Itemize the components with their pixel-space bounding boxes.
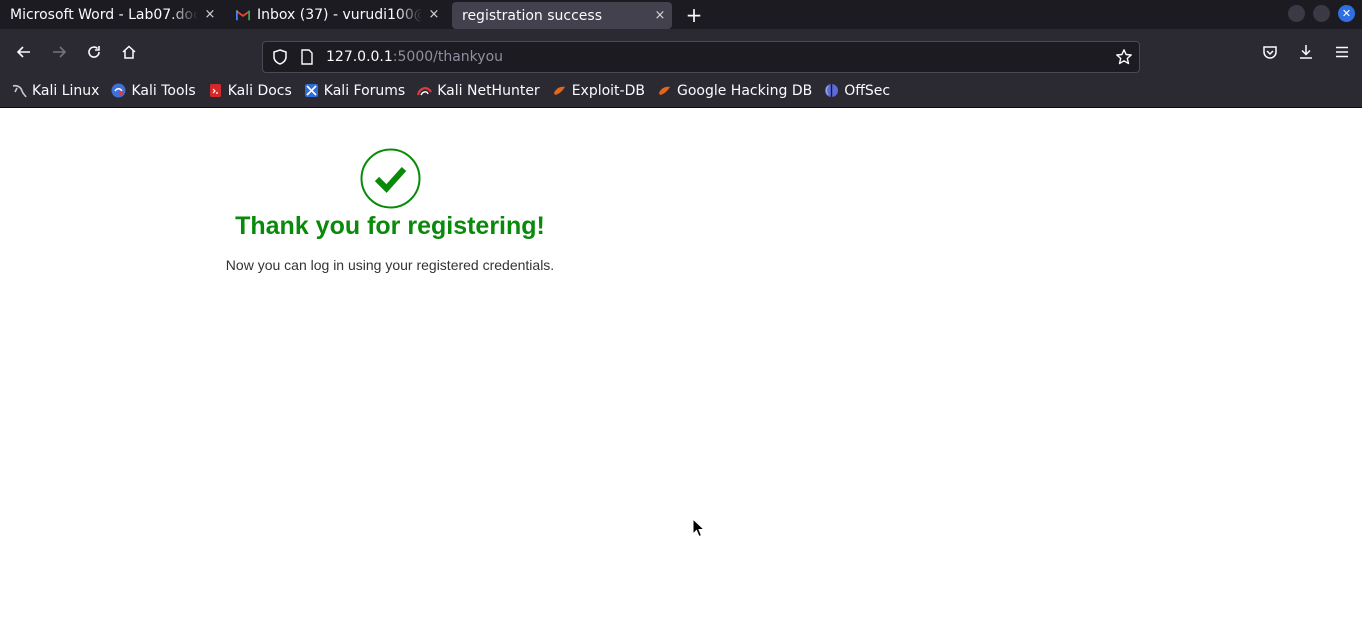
url-text[interactable]: 127.0.0.1:5000/thankyou xyxy=(326,49,503,65)
page-icon[interactable] xyxy=(300,49,314,65)
gmail-icon xyxy=(236,10,250,20)
bookmark-kali-tools[interactable]: Kali Tools xyxy=(111,82,196,99)
back-button[interactable] xyxy=(6,36,41,68)
bookmark-label: Kali NetHunter xyxy=(437,82,540,99)
hamburger-menu-icon xyxy=(1336,46,1348,57)
bookmark-offsec[interactable]: OffSec xyxy=(824,83,890,99)
success-panel: Thank you for registering! Now you can l… xyxy=(190,148,590,273)
success-message: Now you can log in using your registered… xyxy=(225,257,555,273)
tab-gmail[interactable]: Inbox (37) - vurudi100@gmail.com × xyxy=(222,0,446,29)
window-close-button[interactable]: ✕ xyxy=(1338,5,1355,22)
bookmark-label: Exploit-DB xyxy=(571,82,645,99)
url-path: :5000/thankyou xyxy=(392,49,504,65)
bookmark-label: Kali Tools xyxy=(131,82,196,99)
tab-label: registration success xyxy=(462,7,602,24)
bookmark-label: OffSec xyxy=(844,82,891,99)
back-arrow-icon xyxy=(16,45,30,58)
new-tab-button[interactable]: + xyxy=(672,0,716,29)
tab-word[interactable]: Microsoft Word - Lab07.docx × xyxy=(0,0,222,29)
page-title: Thank you for registering! xyxy=(235,212,545,240)
bookmark-label: Kali Docs xyxy=(227,82,292,99)
reload-icon xyxy=(87,45,100,58)
maximize-button[interactable] xyxy=(1313,5,1330,22)
address-bar[interactable]: 127.0.0.1:5000/thankyou xyxy=(262,41,1140,73)
app-menu-button[interactable] xyxy=(1324,36,1360,68)
minimize-button[interactable] xyxy=(1288,5,1305,22)
tab-close-icon[interactable]: × xyxy=(198,7,222,22)
bookmark-kali-docs[interactable]: Kali Docs xyxy=(208,83,292,99)
url-host: 127.0.0.1 xyxy=(326,49,393,65)
download-icon xyxy=(1300,44,1312,59)
tab-close-icon[interactable]: × xyxy=(422,7,446,22)
nav-bar: 127.0.0.1:5000/thankyou xyxy=(0,29,1362,74)
bookmark-google-hacking-db[interactable]: Google Hacking DB xyxy=(657,83,812,99)
reload-button[interactable] xyxy=(76,36,111,68)
forward-arrow-icon xyxy=(52,45,66,58)
bookmark-kali-linux[interactable]: Kali Linux xyxy=(12,83,99,99)
window-controls: ✕ xyxy=(1288,5,1355,22)
kali-tools-icon xyxy=(111,83,126,98)
kali-docs-icon xyxy=(209,84,221,97)
nethunter-icon xyxy=(417,87,433,96)
exploit-db-icon xyxy=(553,86,565,95)
checkmark-circle-icon xyxy=(360,148,420,209)
pocket-icon xyxy=(1263,45,1277,59)
bookmark-kali-forums[interactable]: Kali Forums xyxy=(304,83,405,99)
forward-button[interactable] xyxy=(41,36,76,68)
bookmark-label: Google Hacking DB xyxy=(676,82,813,99)
downloads-button[interactable] xyxy=(1288,36,1324,68)
bookmark-label: Kali Linux xyxy=(32,82,100,99)
bookmark-exploit-db[interactable]: Exploit-DB xyxy=(552,83,645,99)
tab-strip: Microsoft Word - Lab07.docx × Inbox (37)… xyxy=(0,0,1362,29)
tab-label: Inbox (37) - vurudi100@gmail.com xyxy=(257,6,422,23)
tab-label: Microsoft Word - Lab07.docx xyxy=(10,6,198,23)
kali-dragon-icon xyxy=(12,84,27,98)
kali-forums-icon xyxy=(304,84,318,97)
ghdb-icon xyxy=(658,86,670,95)
bookmarks-toolbar: Kali Linux Kali Tools Kali Docs Kali For… xyxy=(0,74,1362,108)
toolbar-right xyxy=(1252,29,1362,74)
bookmark-label: Kali Forums xyxy=(323,82,406,99)
tab-registration-success[interactable]: registration success × xyxy=(452,2,672,29)
pocket-button[interactable] xyxy=(1252,36,1288,68)
home-icon xyxy=(121,44,136,59)
shield-icon[interactable] xyxy=(271,48,289,66)
mouse-cursor-icon xyxy=(692,518,705,538)
offsec-icon xyxy=(825,84,839,97)
tab-close-icon[interactable]: × xyxy=(648,8,672,23)
page-content: Thank you for registering! Now you can l… xyxy=(0,108,1362,637)
bookmark-star-icon[interactable] xyxy=(1115,48,1133,66)
home-button[interactable] xyxy=(111,36,146,68)
bookmark-kali-nethunter[interactable]: Kali NetHunter xyxy=(417,82,540,99)
